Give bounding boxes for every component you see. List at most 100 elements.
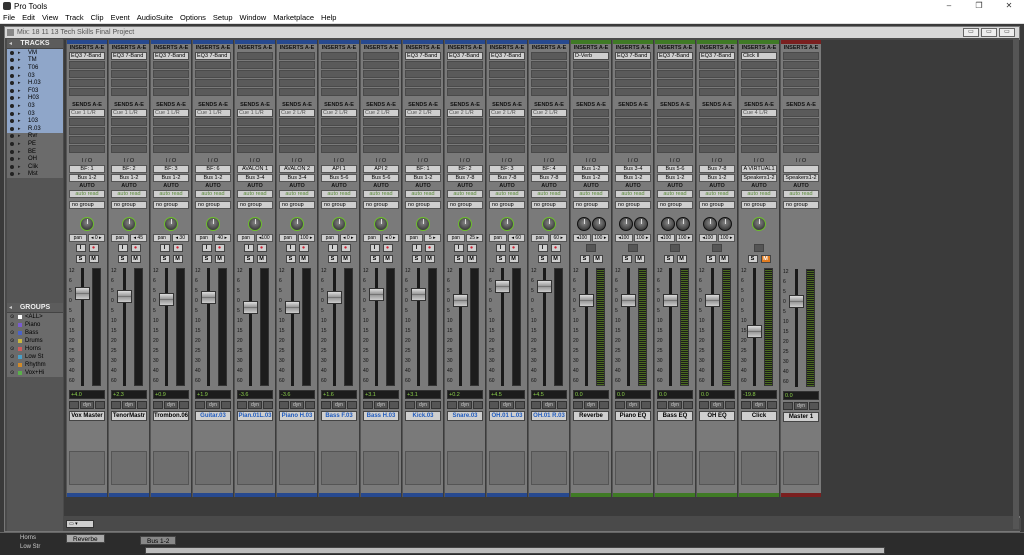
volume-fader[interactable]	[663, 294, 678, 307]
insert-slot-a[interactable]: EQ3 7-Band	[69, 52, 105, 60]
record-arm-button[interactable]: ●	[88, 244, 99, 252]
comments-area[interactable]	[405, 451, 441, 485]
mute-button[interactable]: M	[172, 255, 183, 263]
insert-slot[interactable]	[699, 79, 735, 87]
insert-slot[interactable]	[489, 61, 525, 69]
track-name-label[interactable]: Bass H.03	[363, 411, 399, 421]
volume-readout[interactable]: -3.6	[237, 390, 273, 399]
insert-slot[interactable]	[573, 88, 609, 96]
track-list-item[interactable]: ▸ 103	[7, 117, 63, 125]
volume-fader[interactable]	[369, 288, 384, 301]
volume-fader[interactable]	[747, 325, 762, 338]
volume-fader[interactable]	[243, 301, 258, 314]
pan-value[interactable]: 100 ▸	[297, 234, 315, 242]
record-arm-button[interactable]: ●	[298, 244, 309, 252]
pan-knob[interactable]	[290, 217, 304, 231]
track-list-item[interactable]: ▸ T06	[7, 64, 63, 72]
mute-button[interactable]: M	[508, 255, 519, 263]
track-list-item[interactable]: ▸ Rvr	[7, 133, 63, 141]
insert-slot[interactable]	[783, 79, 819, 87]
group-list-item[interactable]: ⊙ Piano	[7, 321, 63, 329]
send-slot[interactable]	[657, 118, 693, 126]
pan-value-right[interactable]: 100 ▸	[591, 234, 609, 242]
track-name-label[interactable]: OH.01 R.03	[531, 411, 567, 421]
minimize-button[interactable]: –	[934, 0, 964, 12]
input-selector[interactable]: BF: 1	[405, 165, 441, 173]
mute-button[interactable]: M	[592, 255, 603, 263]
input-selector[interactable]: API 2	[363, 165, 399, 173]
menu-setup[interactable]: Setup	[213, 13, 233, 22]
pan-value[interactable]: ◂ 0 ▸	[339, 234, 357, 242]
insert-slot[interactable]	[237, 79, 273, 87]
solo-button[interactable]: S	[453, 255, 464, 263]
send-slot[interactable]	[699, 127, 735, 135]
menu-window[interactable]: Window	[240, 13, 267, 22]
send-slot-a[interactable]: Cue 2 L/R	[279, 109, 315, 117]
send-slot-a[interactable]: Cue 2 L/R	[363, 109, 399, 117]
volume-readout[interactable]: +0.9	[153, 390, 189, 399]
insert-slot[interactable]	[363, 70, 399, 78]
volume-readout[interactable]: +3.1	[363, 390, 399, 399]
insert-slot[interactable]	[447, 79, 483, 87]
insert-slot[interactable]	[363, 79, 399, 87]
group-active-icon[interactable]: ⊙	[10, 314, 18, 320]
automation-mode-selector[interactable]: auto read	[279, 190, 315, 198]
insert-slot[interactable]	[615, 61, 651, 69]
send-slot[interactable]	[615, 118, 651, 126]
input-selector[interactable]: Bus 7-8	[699, 165, 735, 173]
pan-knob-right[interactable]	[591, 217, 606, 231]
insert-slot[interactable]	[783, 70, 819, 78]
record-arm-button[interactable]: ●	[466, 244, 477, 252]
automation-mode-selector[interactable]: auto read	[573, 190, 609, 198]
volume-readout[interactable]: +1.6	[321, 390, 357, 399]
insert-slot[interactable]	[531, 88, 567, 96]
group-selector[interactable]: no group	[741, 201, 777, 209]
show-hide-dot[interactable]	[10, 96, 14, 101]
input-selector[interactable]: Bus 3-4	[615, 165, 651, 173]
track-name-label[interactable]: Bass EQ	[657, 411, 693, 421]
pan-value[interactable]: ◂ 0 ▸	[87, 234, 105, 242]
comments-area[interactable]	[111, 451, 147, 485]
input-selector[interactable]: BF: 6	[195, 165, 231, 173]
send-slot[interactable]	[195, 127, 231, 135]
insert-slot[interactable]	[447, 61, 483, 69]
input-monitor-button[interactable]	[628, 244, 638, 252]
menu-help[interactable]: Help	[321, 13, 336, 22]
track-list-item[interactable]: ▸ VM	[7, 49, 63, 57]
pan-value[interactable]: 60 ▸	[549, 234, 567, 242]
show-hide-dot[interactable]	[10, 73, 14, 78]
insert-slot[interactable]	[447, 88, 483, 96]
insert-slot[interactable]	[195, 88, 231, 96]
pan-value[interactable]: ◂ 0 ▸	[381, 234, 399, 242]
send-slot-a[interactable]	[573, 109, 609, 117]
volume-readout[interactable]: +2.3	[111, 390, 147, 399]
send-slot[interactable]	[573, 136, 609, 144]
pan-knob-right[interactable]	[717, 217, 732, 231]
group-active-icon[interactable]: ⊙	[10, 370, 18, 376]
show-hide-dot[interactable]	[10, 141, 14, 146]
automation-mode-selector[interactable]: auto read	[615, 190, 651, 198]
automation-mode-selector[interactable]: auto read	[237, 190, 273, 198]
insert-slot[interactable]	[69, 79, 105, 87]
insert-slot-a[interactable]: EQ3 7-Band	[153, 52, 189, 60]
insert-slot[interactable]	[741, 79, 777, 87]
group-active-icon[interactable]: ⊙	[10, 330, 18, 336]
volume-fader[interactable]	[285, 301, 300, 314]
insert-slot[interactable]	[657, 70, 693, 78]
input-selector[interactable]: API 1	[321, 165, 357, 173]
mute-button[interactable]: M	[382, 255, 393, 263]
group-active-icon[interactable]: ⊙	[10, 362, 18, 368]
send-slot[interactable]	[153, 127, 189, 135]
send-slot[interactable]	[153, 136, 189, 144]
comments-area[interactable]	[783, 451, 819, 485]
automation-mode-selector[interactable]: auto read	[531, 190, 567, 198]
group-selector[interactable]: no group	[321, 201, 357, 209]
solo-button[interactable]: S	[159, 255, 170, 263]
comments-area[interactable]	[279, 451, 315, 485]
send-slot[interactable]	[279, 118, 315, 126]
send-slot[interactable]	[69, 118, 105, 126]
send-slot[interactable]	[237, 127, 273, 135]
input-selector[interactable]: BF: 2	[447, 165, 483, 173]
insert-slot-a[interactable]: Click II	[741, 52, 777, 60]
solo-button[interactable]: S	[495, 255, 506, 263]
